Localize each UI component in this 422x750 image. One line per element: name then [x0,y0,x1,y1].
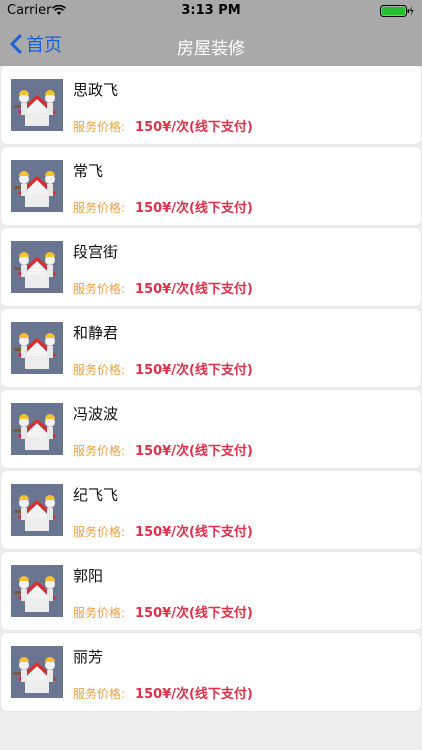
price-row: 服务价格: 150¥/次(线下支付) [73,278,253,297]
worker-thumbnail [11,565,63,617]
price-row: 服务价格: 150¥/次(线下支付) [73,683,253,702]
battery-icon [380,5,414,21]
worker-thumbnail [11,241,63,293]
list-item[interactable]: 郭阳 服务价格: 150¥/次(线下支付) [1,552,421,630]
price-row: 服务价格: 150¥/次(线下支付) [73,521,253,540]
worker-name: 常飞 [73,162,104,180]
price-value: 150¥/次(线下支付) [135,282,253,297]
list-item[interactable]: 思政飞 服务价格: 150¥/次(线下支付) [1,66,421,144]
worker-name: 段宫街 [73,243,119,261]
status-bar: Carrier 3:13 PM [0,0,422,22]
price-label: 服务价格: [73,282,126,296]
price-label: 服务价格: [73,120,126,134]
price-label: 服务价格: [73,201,126,215]
price-label: 服务价格: [73,444,126,458]
worker-name: 郭阳 [73,567,104,585]
list-item[interactable]: 段宫街 服务价格: 150¥/次(线下支付) [1,228,421,306]
list-item[interactable]: 和静君 服务价格: 150¥/次(线下支付) [1,309,421,387]
price-row: 服务价格: 150¥/次(线下支付) [73,116,253,135]
list-item[interactable]: 纪飞飞 服务价格: 150¥/次(线下支付) [1,471,421,549]
worker-name: 和静君 [73,324,119,342]
worker-name: 冯波波 [73,405,119,423]
list-item[interactable]: 冯波波 服务价格: 150¥/次(线下支付) [1,390,421,468]
status-time: 3:13 PM [181,3,241,18]
page-title: 房屋装修 [177,39,245,59]
price-row: 服务价格: 150¥/次(线下支付) [73,359,253,378]
worker-thumbnail [11,484,63,536]
price-value: 150¥/次(线下支付) [135,525,253,540]
price-row: 服务价格: 150¥/次(线下支付) [73,602,253,621]
price-value: 150¥/次(线下支付) [135,687,253,702]
price-value: 150¥/次(线下支付) [135,120,253,135]
price-value: 150¥/次(线下支付) [135,606,253,621]
price-label: 服务价格: [73,687,126,701]
price-row: 服务价格: 150¥/次(线下支付) [73,440,253,459]
price-label: 服务价格: [73,363,126,377]
worker-thumbnail [11,79,63,131]
price-label: 服务价格: [73,606,126,620]
price-value: 150¥/次(线下支付) [135,363,253,378]
worker-name: 纪飞飞 [73,486,119,504]
worker-name: 思政飞 [73,81,119,99]
worker-thumbnail [11,646,63,698]
price-label: 服务价格: [73,525,126,539]
price-value: 150¥/次(线下支付) [135,444,253,459]
list-item[interactable]: 丽芳 服务价格: 150¥/次(线下支付) [1,633,421,711]
price-value: 150¥/次(线下支付) [135,201,253,216]
worker-thumbnail [11,322,63,374]
worker-name: 丽芳 [73,648,104,666]
worker-thumbnail [11,403,63,455]
price-row: 服务价格: 150¥/次(线下支付) [73,197,253,216]
nav-bar: 首页 房屋装修 [0,22,422,66]
worker-thumbnail [11,160,63,212]
list-item[interactable]: 常飞 服务价格: 150¥/次(线下支付) [1,147,421,225]
